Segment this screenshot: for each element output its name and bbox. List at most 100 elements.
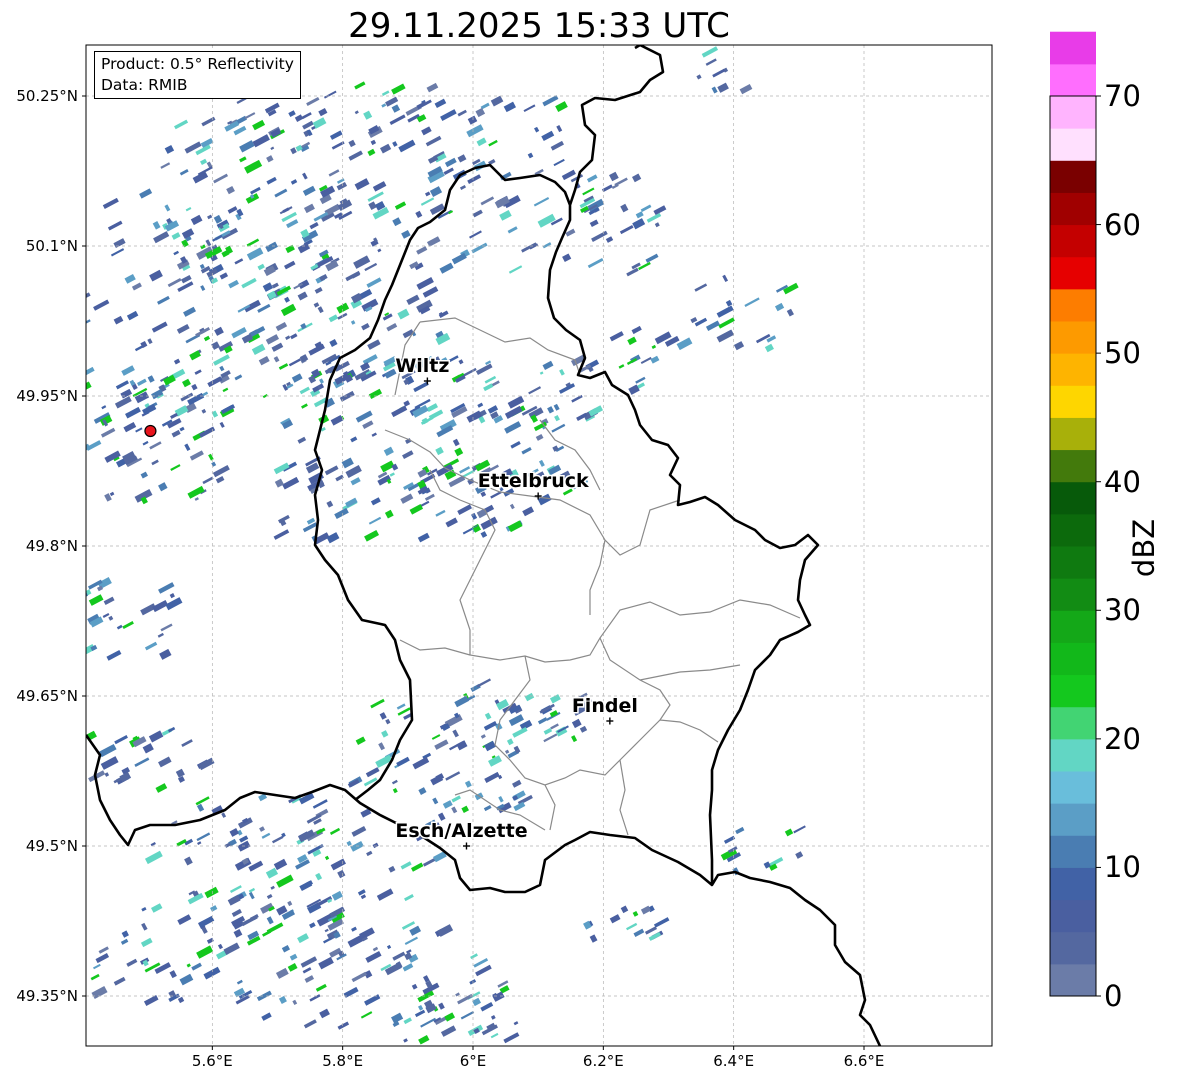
- echo-pixel: [786, 308, 794, 317]
- echo-pixel: [275, 321, 288, 332]
- colorbar-swatch: [1050, 31, 1096, 65]
- echo-pixel: [370, 698, 385, 709]
- colorbar-swatch: [1050, 417, 1096, 451]
- echo-pixel: [644, 926, 658, 935]
- echo-pixel: [297, 933, 309, 944]
- echo-pixel: [476, 678, 492, 688]
- echo-pixel: [507, 226, 518, 234]
- echo-pixel: [428, 409, 444, 420]
- echo-pixel: [150, 841, 156, 847]
- echo-pixel: [93, 963, 101, 970]
- echo-pixel: [542, 242, 552, 249]
- echo-pixel: [391, 779, 398, 785]
- echo-pixel: [203, 335, 211, 342]
- echo-pixel: [712, 68, 726, 78]
- echo-pixel: [348, 139, 356, 148]
- colorbar-tick-label: 60: [1104, 207, 1141, 242]
- echo-pixel: [164, 204, 171, 212]
- echo-pixel: [60, 221, 72, 229]
- echo-pixel: [261, 832, 271, 839]
- echo-pixel: [522, 506, 535, 517]
- echo-pixel: [392, 951, 406, 961]
- echo-pixel: [403, 400, 411, 407]
- echo-pixel: [414, 1009, 426, 1018]
- echo-pixel: [110, 248, 125, 257]
- echo-pixel: [350, 477, 361, 486]
- echo-pixel: [151, 459, 159, 466]
- echo-pixel: [297, 291, 308, 301]
- echo-pixel: [115, 380, 129, 390]
- colorbar-swatch: [1050, 546, 1096, 579]
- echo-pixel: [420, 197, 435, 206]
- colorbar-swatch: [1050, 63, 1096, 97]
- echo-pixel: [484, 375, 497, 384]
- echo-pixel: [337, 869, 346, 879]
- echo-pixel: [711, 86, 718, 94]
- echo-pixel: [696, 74, 702, 80]
- echo-pixel: [716, 305, 734, 318]
- echo-pixel: [401, 229, 411, 239]
- echo-pixel: [231, 327, 247, 339]
- lat-label: 49.35°N: [16, 987, 78, 1005]
- echo-pixel: [460, 1010, 475, 1020]
- colorbar-swatch: [1050, 899, 1096, 933]
- echo-pixel: [648, 931, 661, 941]
- echo-pixel: [705, 58, 717, 66]
- echo-pixel: [690, 316, 698, 324]
- echo-pixel: [432, 797, 439, 805]
- echo-pixel: [694, 283, 708, 292]
- echo-pixel: [355, 736, 366, 745]
- echo-pixel: [722, 274, 729, 283]
- echo-pixel: [618, 364, 625, 369]
- echo-pixel: [676, 337, 693, 351]
- echo-pixel: [298, 829, 315, 843]
- echo-pixel: [144, 850, 163, 865]
- echo-pixel: [158, 482, 168, 492]
- echo-pixel: [364, 262, 378, 272]
- echo-pixel: [318, 107, 328, 117]
- echo-pixel: [351, 825, 367, 837]
- echo-pixel: [300, 956, 318, 968]
- echo-pixel: [299, 386, 310, 395]
- echo-pixel: [537, 213, 556, 228]
- echo-pixel: [360, 894, 367, 900]
- echo-pixel: [542, 95, 559, 107]
- echo-pixel: [207, 376, 223, 388]
- echo-pixel: [241, 277, 257, 289]
- echo-pixel: [444, 1012, 456, 1022]
- echo-pixel: [434, 98, 447, 109]
- echo-pixel: [409, 504, 424, 515]
- product-info-box: Product: 0.5° Reflectivity Data: RMIB: [94, 51, 301, 99]
- echo-pixel: [200, 158, 208, 166]
- echo-pixel: [367, 191, 384, 202]
- echo-pixel: [65, 222, 78, 230]
- echo-pixel: [391, 104, 401, 113]
- echo-pixel: [631, 325, 642, 335]
- echo-pixel: [620, 203, 629, 213]
- colorbar-swatch: [1050, 288, 1096, 322]
- echo-pixel: [318, 956, 334, 970]
- echo-pixel: [605, 236, 614, 243]
- echo-pixel: [273, 356, 280, 363]
- echo-pixel: [282, 476, 300, 490]
- echo-pixel: [435, 509, 446, 517]
- echo-pixel: [194, 497, 199, 501]
- echo-pixel: [278, 363, 289, 370]
- echo-pixel: [368, 516, 382, 525]
- echo-pixel: [228, 279, 239, 289]
- echo-pixel: [507, 520, 523, 533]
- echo-pixel: [345, 270, 361, 282]
- echo-pixel: [484, 740, 496, 752]
- echo-pixel: [365, 950, 382, 963]
- echo-pixel: [196, 945, 214, 959]
- echo-pixel: [504, 749, 510, 754]
- echo-pixel: [319, 1008, 330, 1019]
- echo-pixel: [197, 841, 202, 846]
- echo-pixel: [60, 608, 65, 614]
- echo-pixel: [366, 277, 382, 288]
- echo-pixel: [459, 466, 471, 474]
- echo-pixel: [149, 269, 163, 282]
- echo-pixel: [362, 420, 374, 429]
- echo-pixel: [550, 140, 564, 151]
- echo-pixel: [542, 360, 554, 371]
